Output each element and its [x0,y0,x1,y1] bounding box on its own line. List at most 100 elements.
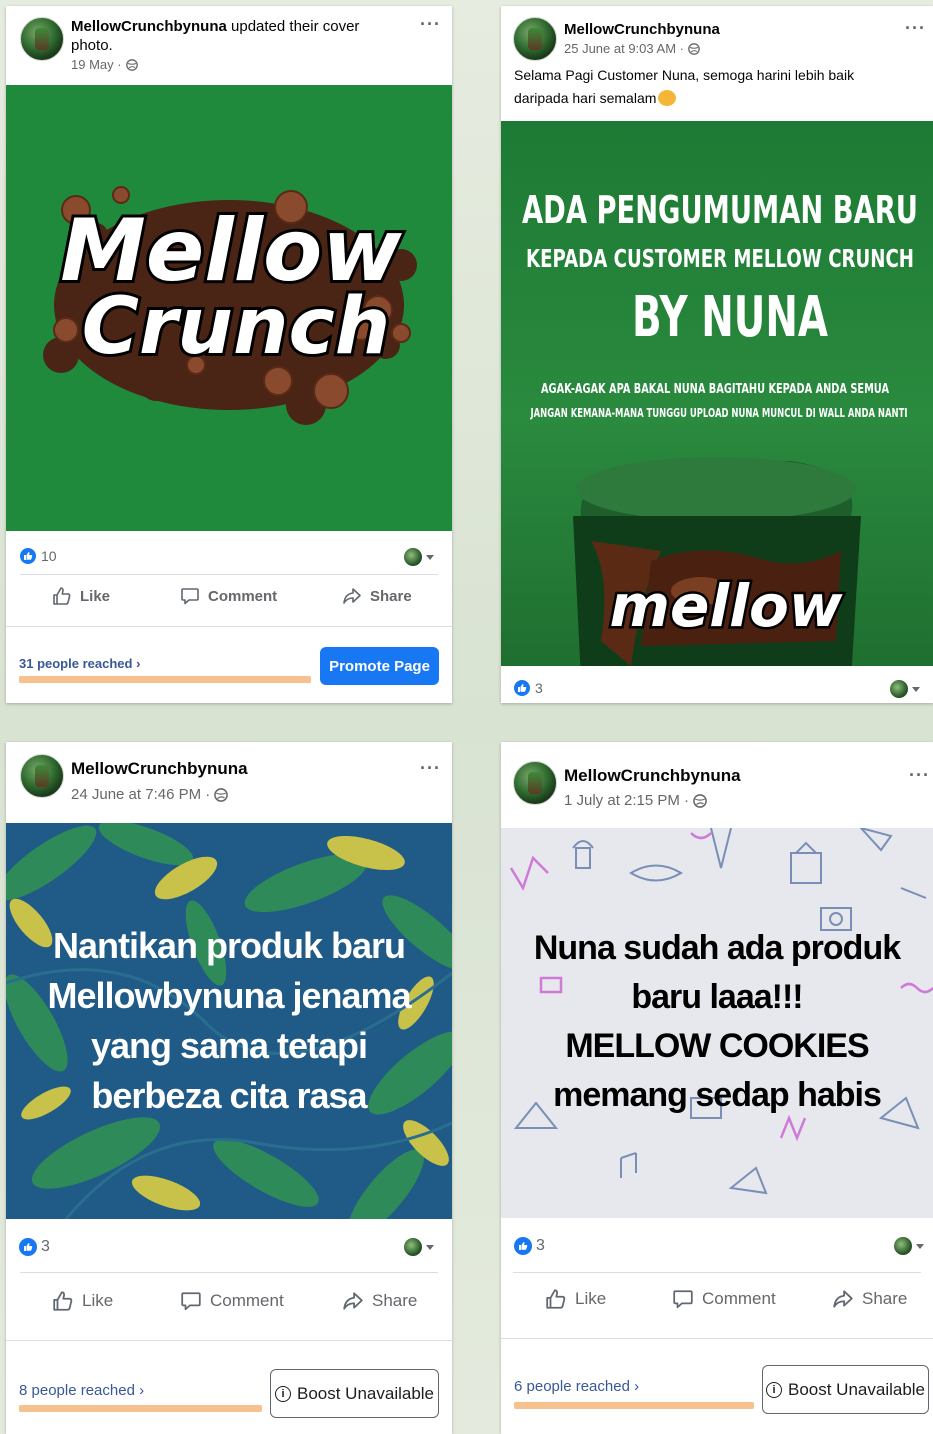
divider [501,1338,933,1339]
more-options-icon[interactable]: ··· [909,765,930,786]
page-avatar[interactable] [20,754,64,798]
divider [20,574,438,575]
divider [6,626,452,627]
chevron-down-icon[interactable] [916,1244,924,1249]
post-timestamp[interactable]: 24 June at 7:46 PM · [71,786,229,803]
comment-label: Comment [208,587,278,605]
caption-line-2: daripada hari semalam [514,90,657,106]
like-reaction-icon[interactable] [19,1238,37,1256]
small-text-1: AGAK-AGAK APA BAKAL NUNA BAGITAHU KEPADA… [541,382,889,397]
share-icon [343,1292,363,1310]
page-name-link[interactable]: MellowCrunchbynuna [71,759,248,779]
chevron-down-icon[interactable] [426,555,434,560]
like-count[interactable]: 3 [536,1237,545,1255]
teaser-image[interactable]: Nantikan produk baru Mellowbynuna jenama… [6,823,452,1219]
post-card-announcement: MellowCrunchbynuna 25 June at 9:03 AM · … [501,6,933,703]
smiling-face-with-hearts-icon [658,90,677,106]
share-icon [343,588,361,604]
cookies-text: Nuna sudah ada produk baru laaa!!! MELLO… [501,924,933,1120]
more-options-icon[interactable]: ··· [420,14,441,35]
page-avatar[interactable] [513,17,557,61]
like-count[interactable]: 3 [535,680,543,696]
cookies-line: Nuna sudah ada produk [533,929,901,967]
post-timestamp[interactable]: 25 June at 9:03 AM · [564,41,700,56]
teaser-text: Nantikan produk baru Mellowbynuna jenama… [6,921,452,1121]
announcement-image[interactable]: ADA PENGUMUMAN BARU KEPADA CUSTOMER MELL… [501,121,933,666]
like-reaction-icon[interactable] [20,548,36,564]
viewer-avatar[interactable] [404,548,422,566]
globe-icon [214,787,229,802]
page-avatar[interactable] [20,17,64,61]
divider [513,1272,921,1273]
chevron-right-icon: › [139,1382,145,1399]
post-timestamp[interactable]: 1 July at 2:15 PM · [564,792,707,809]
thumbs-up-icon [546,1289,566,1309]
like-label: Like [80,587,111,605]
product-jar: mellow [573,457,861,666]
cookies-image[interactable]: Nuna sudah ada produk baru laaa!!! MELLO… [501,828,933,1218]
share-label: Share [862,1289,908,1308]
comment-icon [673,1290,693,1309]
people-reached-link[interactable]: 31 people reached › [19,656,140,671]
comment-button[interactable]: Comment [180,1290,284,1312]
people-reached-link[interactable]: 8 people reached › [19,1382,144,1399]
viewer-avatar[interactable] [894,1237,912,1255]
cover-photo-image[interactable]: Mellow Crunch [6,85,452,531]
logo-line2: Crunch [82,282,391,372]
comment-label: Comment [210,1291,284,1310]
like-button[interactable]: Like [52,1290,113,1312]
promote-page-button[interactable]: Promote Page [320,647,439,685]
comment-label: Comment [702,1289,776,1308]
people-reached-link[interactable]: 6 people reached › [514,1378,639,1395]
post-date[interactable]: 1 July at 2:15 PM · [564,792,689,809]
reaction-summary: 10 [6,536,452,576]
like-reaction-icon[interactable] [514,1237,532,1255]
page-name-link[interactable]: MellowCrunchbynuna [71,18,227,35]
cookies-line: memang sedap habis [553,1076,882,1114]
like-button[interactable]: Like [52,586,110,606]
chevron-down-icon[interactable] [426,1245,434,1250]
post-author-line: MellowCrunchbynuna updated their cover [71,18,359,35]
comment-button[interactable]: Comment [180,586,277,606]
mellow-crunch-logo: Mellow Crunch [43,186,417,425]
teaser-line: Nantikan produk baru [52,925,406,966]
page-name-link[interactable]: MellowCrunchbynuna [564,766,741,786]
viewer-avatar[interactable] [890,680,908,698]
post-timestamp[interactable]: 19 May · [71,57,138,72]
share-button[interactable]: Share [342,1290,417,1312]
boost-unavailable-button[interactable]: i Boost Unavailable [270,1369,439,1418]
cookies-line: baru laaa!!! [631,978,803,1016]
like-button[interactable]: Like [545,1288,606,1310]
like-label: Like [82,1291,114,1310]
post-date[interactable]: 19 May · [71,57,122,72]
boost-unavailable-button[interactable]: i Boost Unavailable [762,1365,929,1414]
people-reached-text: 31 people reached [19,656,133,671]
boost-label: Boost Unavailable [787,1379,926,1399]
page-name-link[interactable]: MellowCrunchbynuna [564,21,720,38]
comment-icon [181,1292,201,1311]
reaction-summary: 3 [6,1224,452,1264]
post-date[interactable]: 24 June at 7:46 PM · [71,786,210,803]
post-caption: Selama Pagi Customer Nuna, semoga harini… [514,64,924,110]
comment-icon [181,588,199,605]
reaction-summary: 3 [501,1223,933,1263]
share-button[interactable]: Share [832,1288,907,1310]
share-icon [833,1290,853,1308]
post-card-mellow-cookies: MellowCrunchbynuna 1 July at 2:15 PM · ·… [501,742,933,1434]
share-button[interactable]: Share [342,586,412,606]
page-avatar[interactable] [513,761,557,805]
post-date[interactable]: 25 June at 9:03 AM · [564,41,684,56]
like-count[interactable]: 3 [41,1238,50,1256]
share-label: Share [372,1291,418,1310]
viewer-avatar[interactable] [404,1238,422,1256]
headline-text: ADA PENGUMUMAN BARU [522,188,918,232]
cookies-line: MELLOW COOKIES [565,1027,869,1065]
like-reaction-icon[interactable] [514,680,530,696]
share-label: Share [370,587,412,605]
more-options-icon[interactable]: ··· [905,18,926,39]
like-count[interactable]: 10 [41,548,57,564]
chevron-down-icon[interactable] [912,687,920,692]
post-action-text-cont: photo. [71,37,113,54]
more-options-icon[interactable]: ··· [420,758,441,779]
comment-button[interactable]: Comment [672,1288,776,1310]
